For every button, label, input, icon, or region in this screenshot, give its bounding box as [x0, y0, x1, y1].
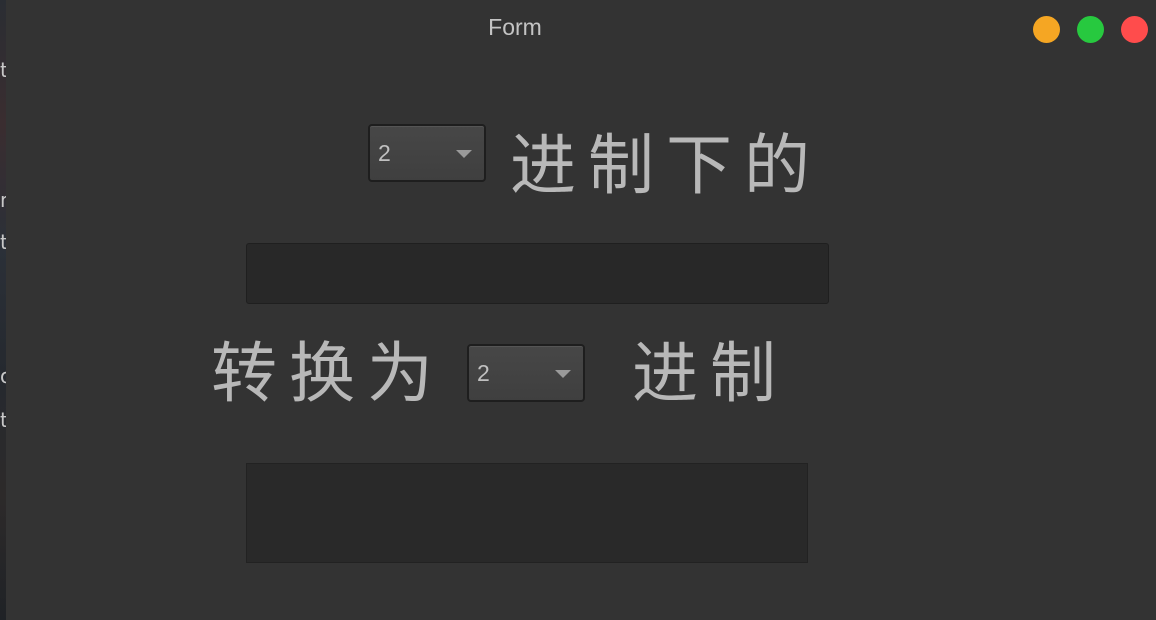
maximize-button[interactable]	[1077, 16, 1104, 43]
from-base-select[interactable]: 2	[368, 124, 486, 182]
to-base-selected-value: 2	[477, 360, 490, 386]
close-button[interactable]	[1121, 16, 1148, 43]
from-base-label: 进制下的	[510, 127, 822, 204]
form-window: Form 2 进制下的 转换为 2 进制	[6, 0, 1156, 620]
window-title: Form	[488, 14, 542, 40]
number-input[interactable]	[246, 243, 829, 304]
chevron-down-icon	[456, 150, 472, 158]
to-base-suffix-label: 进制	[632, 335, 788, 412]
to-base-select[interactable]: 2	[467, 344, 585, 402]
title-bar[interactable]: Form	[6, 0, 1156, 58]
from-base-selected-value: 2	[378, 140, 391, 166]
result-output[interactable]	[246, 463, 808, 563]
convert-to-label: 转换为	[211, 335, 445, 412]
chevron-down-icon	[555, 370, 571, 378]
minimize-button[interactable]	[1033, 16, 1060, 43]
